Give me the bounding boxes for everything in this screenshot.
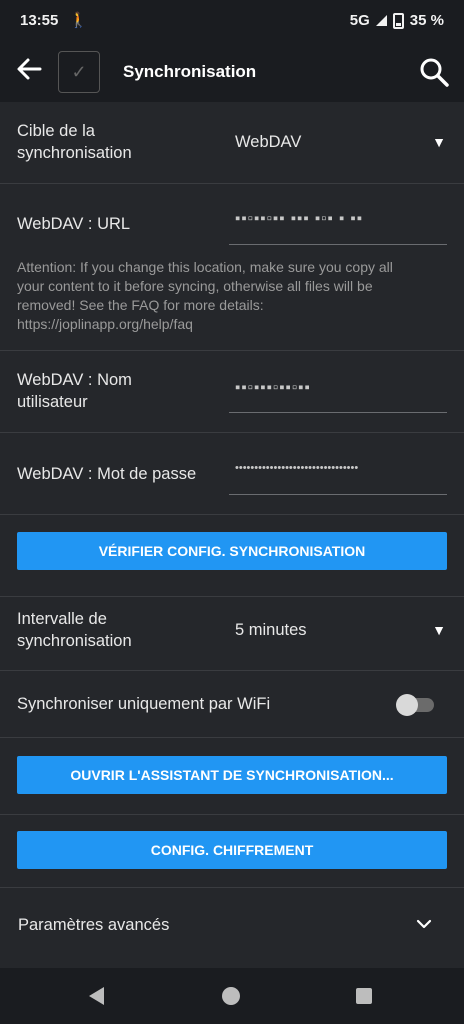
sync-target-row[interactable]: Cible de la synchronisation WebDAV ▼ xyxy=(0,102,464,184)
check-icon: ✓ xyxy=(71,61,87,82)
page-title: Synchronisation xyxy=(123,62,257,81)
encryption-config-button[interactable]: CONFIG. CHIFFREMENT xyxy=(17,831,447,869)
webdav-url-label: WebDAV : URL xyxy=(17,215,131,233)
sync-interval-value: 5 minutes xyxy=(235,621,307,639)
sync-target-value: WebDAV xyxy=(235,133,302,151)
status-time: 13:55 xyxy=(20,12,59,29)
chevron-down-icon xyxy=(416,916,432,937)
status-right: 5G 35 % xyxy=(350,12,444,29)
top-bar: ✓ Synchronisation xyxy=(0,42,464,102)
system-nav-bar xyxy=(0,968,464,1024)
toggle-knob xyxy=(396,694,418,716)
nav-recents-icon[interactable] xyxy=(356,988,372,1004)
dropdown-caret-icon: ▼ xyxy=(432,622,446,638)
search-icon[interactable] xyxy=(418,56,450,88)
wifi-only-toggle[interactable] xyxy=(396,694,434,716)
status-bar: 13:55 🚶 5G 35 % xyxy=(0,0,464,42)
wifi-only-label: Synchroniser uniquement par WiFi xyxy=(17,695,271,713)
sync-interval-row[interactable]: Intervalle de synchronisation 5 minutes … xyxy=(0,597,464,671)
webdav-username-underline xyxy=(229,412,447,413)
wifi-only-row: Synchroniser uniquement par WiFi xyxy=(0,671,464,738)
webdav-password-underline xyxy=(229,494,447,495)
open-wizard-row: OUVRIR L'ASSISTANT DE SYNCHRONISATION... xyxy=(0,738,464,815)
webdav-password-label: WebDAV : Mot de passe xyxy=(17,465,197,483)
battery-level: 35 % xyxy=(409,12,444,29)
webdav-password-row: WebDAV : Mot de passe ••••••••••••••••••… xyxy=(0,433,464,515)
advanced-settings-row[interactable]: Paramètres avancés xyxy=(0,888,464,964)
battery-icon xyxy=(392,12,404,29)
webdav-url-underline xyxy=(229,244,447,245)
encryption-config-row: CONFIG. CHIFFREMENT xyxy=(0,815,464,888)
check-config-row: VÉRIFIER CONFIG. SYNCHRONISATION xyxy=(0,515,464,597)
sync-target-label: Cible de la synchronisation xyxy=(17,122,132,162)
dropdown-caret-icon: ▼ xyxy=(432,134,446,150)
walking-icon: 🚶 xyxy=(69,12,88,29)
nav-home-icon[interactable] xyxy=(222,987,240,1005)
webdav-url-hint: Attention: If you change this location, … xyxy=(17,259,393,332)
sync-interval-label: Intervalle de synchronisation xyxy=(17,610,132,650)
advanced-settings-label: Paramètres avancés xyxy=(18,916,170,934)
open-sync-wizard-button[interactable]: OUVRIR L'ASSISTANT DE SYNCHRONISATION... xyxy=(17,756,447,794)
check-sync-config-button[interactable]: VÉRIFIER CONFIG. SYNCHRONISATION xyxy=(17,532,447,570)
back-arrow-icon[interactable] xyxy=(14,54,44,84)
network-label: 5G xyxy=(349,12,370,29)
signal-icon xyxy=(375,15,387,26)
select-checkbox-button[interactable]: ✓ xyxy=(58,51,100,93)
webdav-url-row: WebDAV : URL ▪▪▫▪▪▫▪▪ ▪▪▪ ▪▫▪ ▪ ▪▪ Atten… xyxy=(0,184,464,351)
webdav-url-input[interactable]: ▪▪▫▪▪▫▪▪ ▪▪▪ ▪▫▪ ▪ ▪▪ xyxy=(235,210,363,227)
webdav-password-input[interactable]: •••••••••••••••••••••••••••••••• xyxy=(235,462,358,474)
webdav-username-label: WebDAV : Nom utilisateur xyxy=(17,371,132,411)
webdav-username-input[interactable]: ▪▪▫▪▪▪▫▪▪▫▪▪ xyxy=(235,379,311,396)
webdav-username-row: WebDAV : Nom utilisateur ▪▪▫▪▪▪▫▪▪▫▪▪ xyxy=(0,351,464,433)
nav-back-icon[interactable] xyxy=(89,987,104,1005)
